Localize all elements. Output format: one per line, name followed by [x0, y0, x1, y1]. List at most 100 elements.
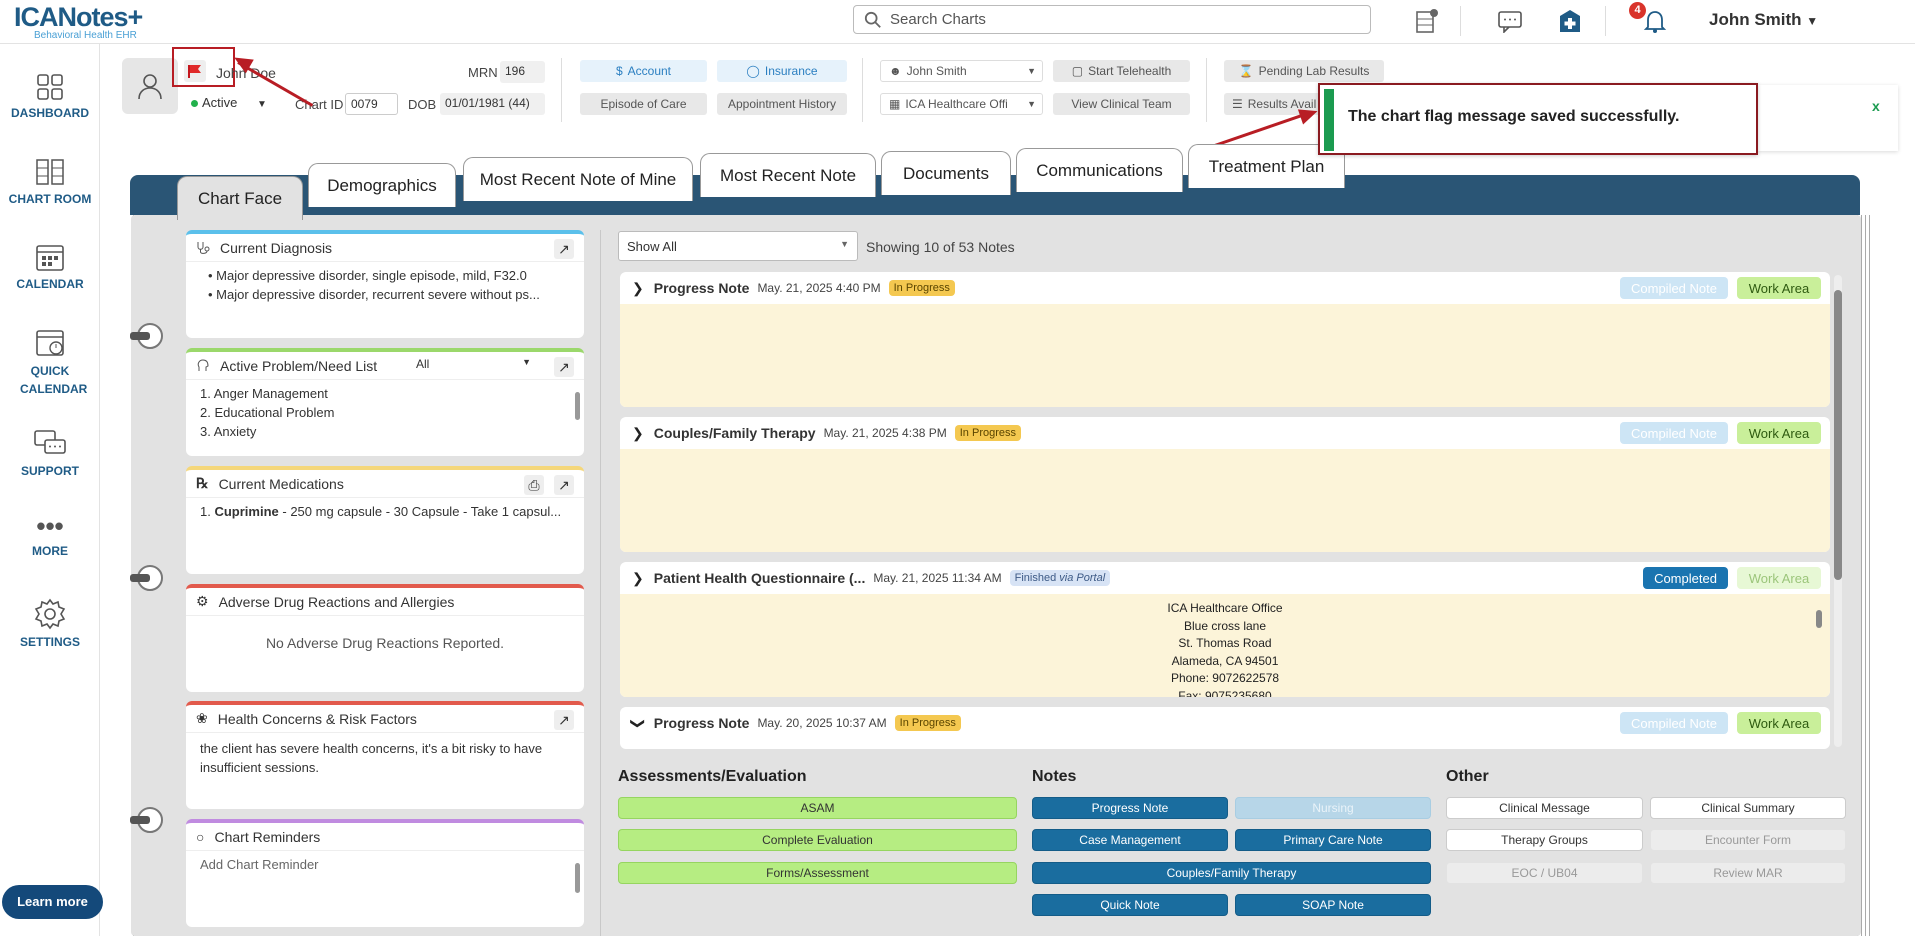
notes-count: Showing 10 of 53 Notes [866, 239, 1015, 255]
chevron-right-icon[interactable]: ❯ [632, 425, 644, 442]
account-button[interactable]: $ Account [580, 60, 707, 82]
forms-assessment-button[interactable]: Forms/Assessment [618, 862, 1017, 884]
tab-documents[interactable]: Documents [881, 151, 1011, 195]
complete-evaluation-button[interactable]: Complete Evaluation [618, 829, 1017, 851]
eoc-ub04-button[interactable]: EOC / UB04 [1446, 862, 1643, 884]
encounter-form-button[interactable]: Encounter Form [1650, 829, 1846, 851]
tab-communications[interactable]: Communications [1016, 148, 1183, 192]
problem-filter-select[interactable]: All ▼ [416, 357, 531, 375]
clinical-message-button[interactable]: Clinical Message [1446, 797, 1643, 819]
chevron-right-icon[interactable]: ❯ [632, 280, 644, 297]
episode-of-care-button[interactable]: Episode of Care [580, 93, 707, 115]
review-mar-button[interactable]: Review MAR [1650, 862, 1846, 884]
message-icon[interactable] [1495, 8, 1525, 34]
rx-icon: ℞ [196, 475, 209, 491]
hourglass-icon: ⌛ [1238, 64, 1254, 78]
external-link-icon[interactable]: ↗ [554, 475, 574, 495]
insurance-button[interactable]: ◯ Insurance [717, 60, 847, 82]
divider [862, 58, 863, 122]
appointment-history-button[interactable]: Appointment History [717, 93, 847, 115]
status-badge: Finished via Portal [1009, 570, 1111, 586]
chevron-down-icon[interactable]: ❯ [629, 717, 646, 729]
list-item: • Major depressive disorder, single epis… [208, 268, 527, 283]
note-card[interactable]: ❯ Progress Note May. 20, 2025 10:37 AM In P… [620, 707, 1830, 749]
notes-scrollbar[interactable] [1834, 290, 1842, 580]
work-area-button[interactable]: Work Area [1737, 567, 1821, 589]
user-menu[interactable]: John Smith ▼ [1709, 10, 1818, 30]
asam-button[interactable]: ASAM [618, 797, 1017, 819]
office-select[interactable]: ▦ ICA Healthcare Offi ▼ [880, 93, 1043, 115]
logo[interactable]: ICANotes+ [14, 2, 143, 33]
nav-calendar[interactable]: CALENDAR [0, 241, 100, 291]
toast-panel [1758, 85, 1898, 151]
print-icon[interactable]: ⎙ [524, 475, 544, 495]
nursing-button[interactable]: Nursing [1235, 797, 1431, 819]
clinical-summary-button[interactable]: Clinical Summary [1650, 797, 1846, 819]
nav-settings[interactable]: SETTINGS [0, 597, 100, 649]
start-telehealth-button[interactable]: ▢ Start Telehealth [1053, 60, 1190, 82]
external-link-icon[interactable]: ↗ [554, 357, 574, 377]
chat-icon: ○ [196, 828, 205, 845]
nav-support[interactable]: SUPPORT [0, 428, 100, 478]
divider [1460, 6, 1461, 36]
note-card[interactable]: ❯ Couples/Family Therapy May. 21, 2025 4:3… [620, 417, 1830, 552]
soap-note-button[interactable]: SOAP Note [1235, 894, 1431, 916]
note-card[interactable]: ❯ Patient Health Questionnaire (... May. 2… [620, 562, 1830, 697]
nav-quick-calendar[interactable]: QUICK CALENDAR [0, 326, 100, 398]
patient-avatar[interactable] [122, 58, 178, 114]
top-bar: ICANotes+ Behavioral Health EHR Search C… [0, 0, 1915, 44]
binder-ring-bar [130, 816, 150, 824]
flag-icon[interactable] [184, 60, 206, 82]
status-badge: In Progress [894, 715, 961, 731]
pending-lab-results-button[interactable]: ⌛ Pending Lab Results [1224, 60, 1384, 82]
search-icon [864, 11, 881, 28]
quick-note-button[interactable]: Quick Note [1032, 894, 1228, 916]
tab-most-recent-note-of-mine[interactable]: Most Recent Note of Mine [463, 157, 693, 201]
nav-chart-room[interactable]: CHART ROOM [0, 156, 100, 206]
learn-more-button[interactable]: Learn more [2, 885, 103, 919]
therapy-groups-button[interactable]: Therapy Groups [1446, 829, 1643, 851]
couples-family-therapy-button[interactable]: Couples/Family Therapy [1032, 862, 1431, 884]
chevron-down-icon: ▼ [257, 99, 267, 110]
progress-note-button[interactable]: Progress Note [1032, 797, 1228, 819]
add-reminder-input[interactable]: Add Chart Reminder [186, 851, 584, 878]
provider-select[interactable]: ☻ John Smith ▼ [880, 60, 1043, 82]
dollar-icon: $ [615, 64, 623, 78]
work-area-button[interactable]: Work Area [1737, 277, 1821, 299]
notes-filter-select[interactable]: Show All ▼ [618, 231, 858, 261]
scrollbar[interactable] [575, 863, 580, 893]
chevron-down-icon: ▼ [522, 357, 531, 367]
cabinet-add-icon[interactable] [1411, 8, 1441, 34]
tab-demographics[interactable]: Demographics [308, 163, 456, 207]
notes-heading: Notes [1032, 768, 1077, 785]
brain-icon: ❀ [196, 710, 208, 726]
view-clinical-team-button[interactable]: View Clinical Team [1053, 93, 1190, 115]
nav-dashboard[interactable]: DASHBOARD [0, 72, 100, 120]
compiled-note-button[interactable]: Compiled Note [1620, 277, 1728, 299]
work-area-button[interactable]: Work Area [1737, 712, 1821, 734]
quick-calendar-icon [36, 330, 64, 356]
search-input[interactable]: Search Charts [853, 5, 1371, 34]
external-link-icon[interactable]: ↗ [554, 710, 574, 730]
scrollbar[interactable] [1816, 610, 1822, 628]
hospital-add-icon[interactable] [1555, 8, 1585, 34]
compiled-note-button[interactable]: Compiled Note [1620, 712, 1728, 734]
compiled-note-button[interactable]: Compiled Note [1620, 422, 1728, 444]
tab-chart-face[interactable]: Chart Face [177, 176, 303, 220]
status-select[interactable]: Active ▼ [186, 93, 282, 115]
toast-close-button[interactable]: x [1872, 98, 1880, 114]
note-body [620, 304, 1830, 407]
case-management-button[interactable]: Case Management [1032, 829, 1228, 851]
work-area-button[interactable]: Work Area [1737, 422, 1821, 444]
note-card[interactable]: ❯ Progress Note May. 21, 2025 4:40 PM In Pr… [620, 272, 1830, 407]
scrollbar[interactable] [575, 392, 580, 420]
support-icon [34, 430, 66, 454]
chart-room-icon [36, 159, 64, 185]
nav-more[interactable]: ••• MORE [0, 513, 100, 558]
completed-button[interactable]: Completed [1643, 567, 1728, 589]
primary-care-note-button[interactable]: Primary Care Note [1235, 829, 1431, 851]
dashboard-icon [37, 74, 63, 100]
external-link-icon[interactable]: ↗ [554, 239, 574, 259]
chevron-right-icon[interactable]: ❯ [632, 570, 644, 587]
tab-most-recent-note[interactable]: Most Recent Note [700, 153, 876, 197]
